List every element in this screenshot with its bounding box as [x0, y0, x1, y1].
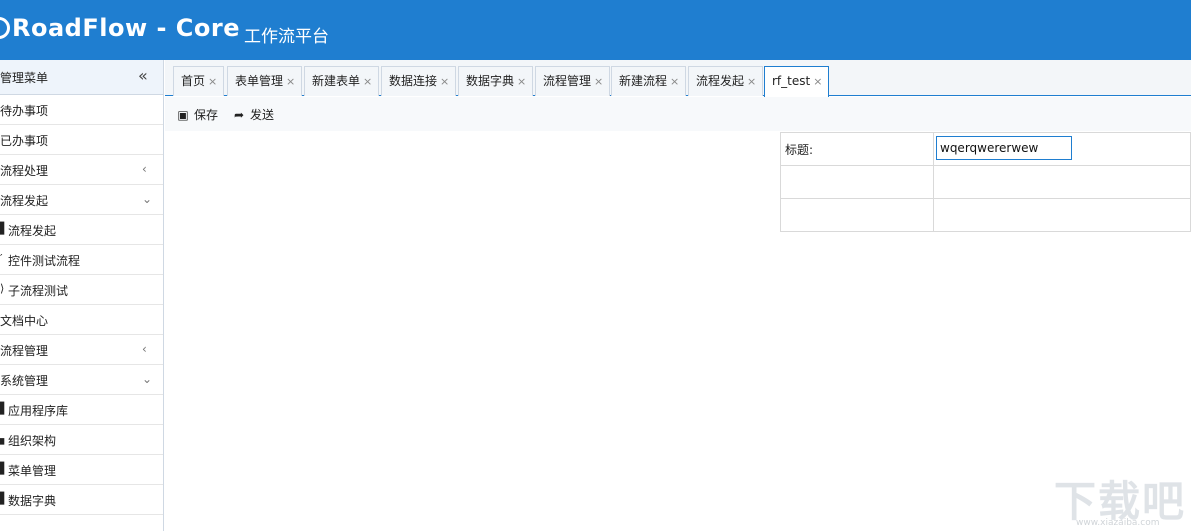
sidebar-item[interactable]: 流程发起 ⌄ [0, 185, 163, 215]
sidebar-item[interactable]: 文档中心 [0, 305, 163, 335]
tab-label: 流程管理 [543, 74, 592, 88]
chevron-left-icon: ‹ [142, 162, 147, 176]
close-icon[interactable]: × [670, 75, 679, 88]
save-button-label: 保存 [194, 108, 219, 122]
save-button[interactable]: ▣ 保存 [176, 106, 218, 123]
sidebar-header: 管理菜单 « [0, 60, 163, 95]
form-row [780, 165, 1191, 199]
tab-label: 数据连接 [389, 74, 438, 88]
chevron-left-icon: ‹ [142, 342, 147, 356]
sidebar-item-label: 流程管理 [0, 344, 49, 358]
empty-label-cell [780, 165, 934, 199]
tab-label: 数据字典 [466, 74, 515, 88]
sidebar-item-label: 流程发起 [8, 224, 57, 238]
close-icon[interactable]: × [594, 75, 603, 88]
brand-subtitle: 工作流平台 [244, 27, 329, 47]
sidebar-item[interactable]: ′ 控件测试流程 [0, 245, 163, 275]
sidebar-item[interactable]: 系统管理 ⌄ [0, 365, 163, 395]
send-button[interactable]: ➦ 发送 [232, 106, 274, 123]
sidebar-item[interactable]: 待办事项 [0, 95, 163, 125]
tab-label: 新建表单 [312, 74, 361, 88]
sidebar-item[interactable]: ▌ 菜单管理 [0, 455, 163, 485]
send-button-label: 发送 [250, 108, 275, 122]
share-arrow-icon: ➦ [233, 108, 245, 122]
sidebar-item-label: 已办事项 [0, 134, 49, 148]
close-icon[interactable]: × [517, 75, 526, 88]
tab-4[interactable]: 数据连接 × [381, 66, 457, 96]
sidebar: 管理菜单 « 待办事项已办事项流程处理 ‹ 流程发起 ⌄ ▌ 流程发起 ′ 控件测试流程 ⟩ 子流… [0, 60, 164, 531]
tab-2[interactable]: 表单管理 × [227, 66, 303, 96]
sidebar-item-label: 子流程测试 [8, 284, 69, 298]
sidebar-item-label: 文档中心 [0, 314, 49, 328]
sidebar-item[interactable]: 流程处理 ‹ [0, 155, 163, 185]
tab-9[interactable]: rf_test × [764, 66, 830, 97]
close-icon[interactable]: × [286, 75, 295, 88]
sidebar-item-label: 流程处理 [0, 164, 49, 178]
sidebar-item-label: 数据字典 [8, 494, 57, 508]
sidebar-item[interactable]: ▖ 组织架构 [0, 425, 163, 455]
brand-logo: RoadFlow - Core [12, 14, 241, 42]
tab-bar: 首页 × 表单管理 × 新建表单 × 数据连接 × 数据字典 × 流程管理 × 新建流程 × 流程发起 × rf… [165, 60, 1191, 97]
logo-mark-icon [0, 17, 10, 39]
sidebar-item-label: 流程发起 [0, 194, 49, 208]
sidebar-item[interactable]: ▌ 流程发起 [0, 215, 163, 245]
close-icon[interactable]: × [440, 75, 449, 88]
close-icon[interactable]: × [363, 75, 372, 88]
empty-label-cell [780, 198, 934, 232]
form-content: 标题: [165, 131, 1191, 531]
floppy-disk-icon: ▣ [177, 108, 189, 122]
close-icon[interactable]: × [813, 75, 822, 88]
form-row [780, 198, 1191, 232]
sidebar-item-label: 菜单管理 [8, 464, 57, 478]
tab-6[interactable]: 流程管理 × [535, 66, 611, 96]
close-icon[interactable]: × [208, 75, 217, 88]
empty-value-cell [933, 165, 1191, 199]
tab-7[interactable]: 新建流程 × [611, 66, 687, 96]
sidebar-item[interactable]: ⟩ 子流程测试 [0, 275, 163, 305]
chevron-down-icon: ⌄ [142, 372, 153, 386]
tab-label: 流程发起 [696, 74, 745, 88]
tab-label: rf_test [772, 74, 811, 88]
menu-item-icon: ⟩ [0, 282, 5, 295]
watermark-url: www.xiazaiba.com [1076, 518, 1160, 528]
tab-label: 首页 [181, 74, 206, 88]
watermark-logo: 下载吧 www.xiazaiba.com [1054, 468, 1190, 528]
sidebar-item[interactable]: 流程管理 ‹ [0, 335, 163, 365]
title-label: 标题: [780, 132, 934, 166]
sidebar-item[interactable]: ▌ 应用程序库 [0, 395, 163, 425]
sidebar-item-label: 组织架构 [8, 434, 57, 448]
chevron-down-icon: ⌄ [142, 192, 153, 206]
sidebar-item-label: 应用程序库 [8, 404, 69, 418]
form-toolbar: ▣ 保存 ➦ 发送 [165, 97, 1191, 131]
sidebar-item[interactable]: 已办事项 [0, 125, 163, 155]
double-chevron-left-icon[interactable]: « [138, 66, 148, 86]
tab-label: 新建流程 [619, 74, 668, 88]
empty-value-cell [933, 198, 1191, 232]
app-header: RoadFlow - Core 工作流平台 [0, 0, 1191, 60]
sidebar-menu: 待办事项已办事项流程处理 ‹ 流程发起 ⌄ ▌ 流程发起 ′ 控件测试流程 ⟩ 子流程测试文档中心… [0, 95, 163, 515]
tab-3[interactable]: 新建表单 × [304, 66, 380, 96]
app-window: RoadFlow - Core 工作流平台 管理菜单 « 待办事项已办事项流程处… [0, 0, 1191, 531]
close-icon[interactable]: × [747, 75, 756, 88]
sidebar-item-label: 待办事项 [0, 104, 49, 118]
title-input[interactable] [936, 136, 1072, 160]
menu-item-icon: ′ [0, 252, 3, 265]
sidebar-item-label: 系统管理 [0, 374, 49, 388]
sidebar-title: 管理菜单 [0, 71, 49, 85]
sidebar-item-label: 控件测试流程 [8, 254, 81, 268]
tab-label: 表单管理 [235, 74, 284, 88]
tab-1[interactable]: 首页 × [173, 66, 225, 96]
tab-5[interactable]: 数据字典 × [458, 66, 534, 96]
sidebar-item[interactable]: ▌ 数据字典 [0, 485, 163, 515]
tab-8[interactable]: 流程发起 × [688, 66, 764, 96]
